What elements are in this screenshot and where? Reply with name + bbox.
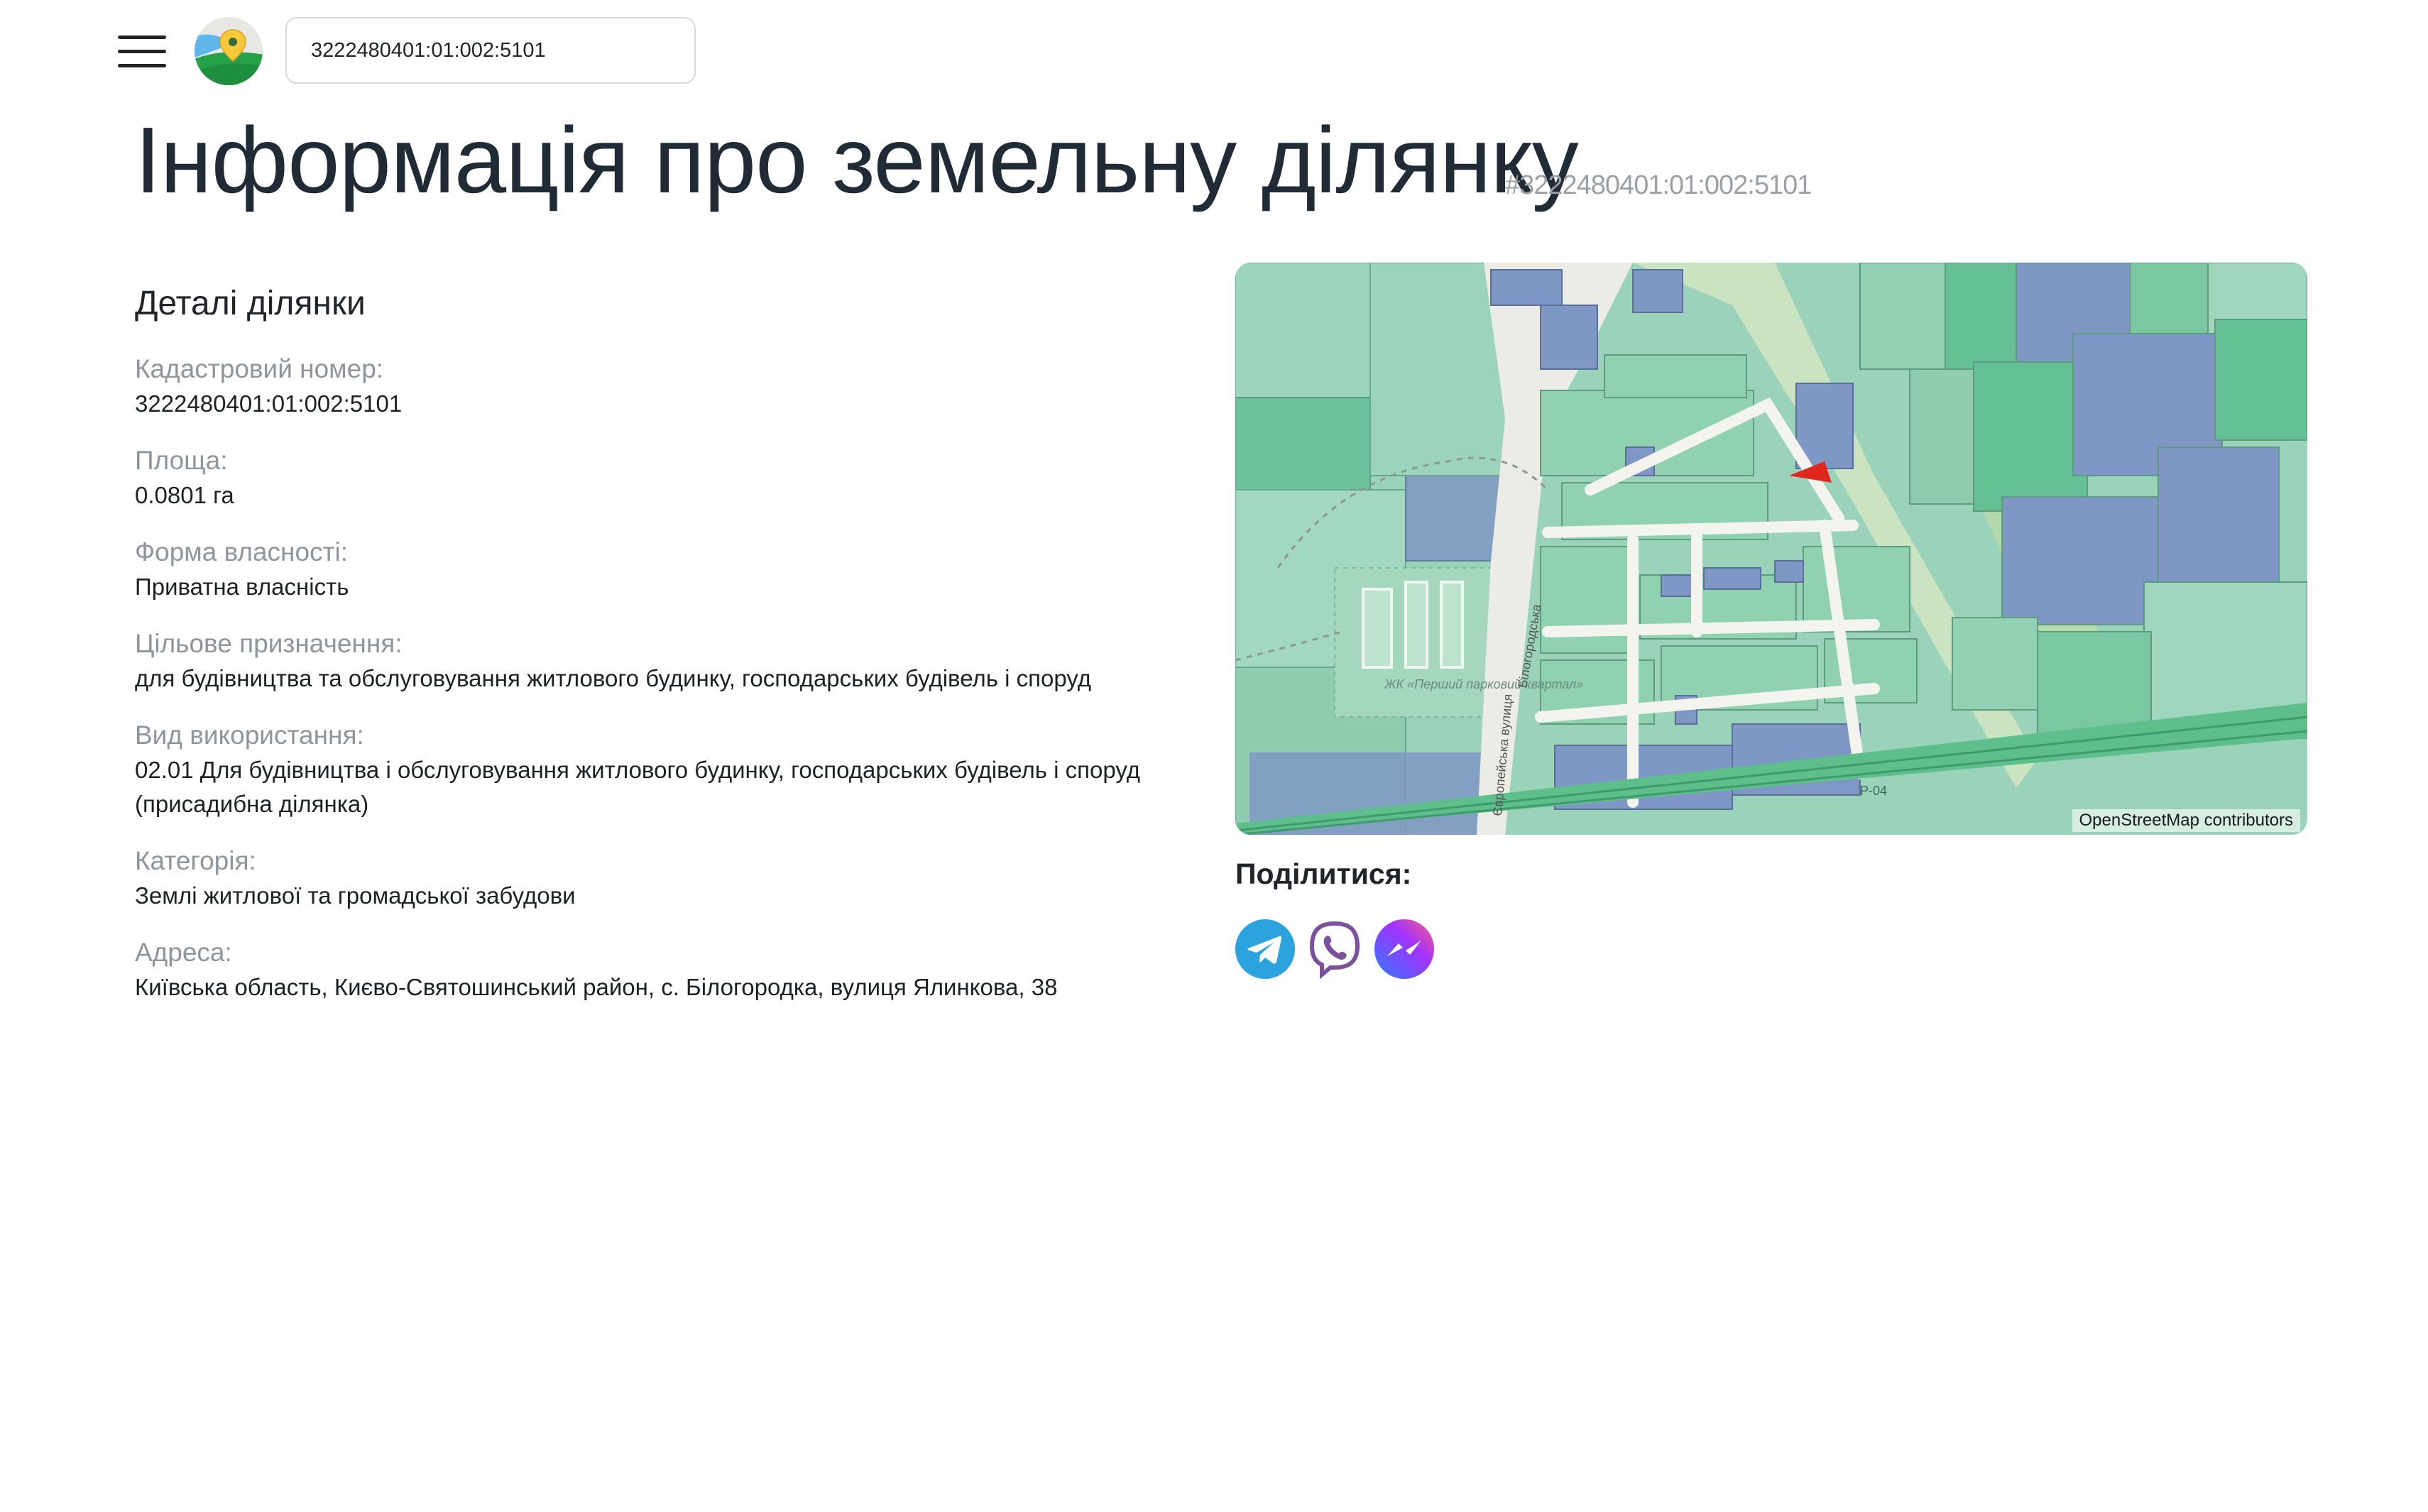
field-purpose: Цільове призначення: для будівництва та …: [135, 628, 1214, 696]
field-category: Категорія: Землі житлової та громадської…: [135, 845, 1214, 913]
park-label: ЖК «Перший парковий квартал»: [1384, 677, 1583, 691]
menu-line: [118, 64, 166, 67]
field-value: 0.0801 га: [135, 482, 234, 508]
parcel-details: Деталі ділянки Кадастровий номер: 322248…: [135, 284, 1214, 1028]
field-cadastral-number: Кадастровий номер: 3222480401:01:002:510…: [135, 353, 1214, 421]
telegram-icon[interactable]: [1235, 919, 1295, 979]
field-value: 3222480401:01:002:5101: [135, 390, 403, 417]
messenger-icon[interactable]: [1374, 919, 1434, 979]
top-bar: [0, 0, 2428, 92]
details-heading: Деталі ділянки: [135, 285, 366, 322]
menu-line: [118, 35, 166, 39]
viber-icon[interactable]: [1305, 919, 1365, 979]
road-label: Р-04: [1860, 784, 1887, 798]
field-value: Землі житлової та громадської забудови: [135, 882, 576, 909]
share-label: Поділитися:: [1235, 858, 1412, 890]
search-input[interactable]: [285, 17, 696, 84]
parcel-map[interactable]: Р-04 ЖК «Перший парковий квартал» Європе…: [1235, 263, 2307, 835]
field-label: Адреса:: [135, 938, 232, 967]
menu-line: [118, 50, 166, 53]
field-label: Площа:: [135, 446, 228, 475]
field-value: Приватна власність: [135, 574, 349, 600]
field-usage-type: Вид використання: 02.01 Для будівництва …: [135, 719, 1214, 821]
field-ownership: Форма власності: Приватна власність: [135, 536, 1214, 604]
hamburger-menu-icon[interactable]: [118, 34, 166, 70]
field-value: Київська область, Києво-Святошинський ра…: [135, 974, 1058, 1000]
field-label: Вид використання:: [135, 721, 364, 750]
parcel-id-hash: #3222480401:01:002:5101: [1505, 170, 1812, 200]
field-label: Цільове призначення:: [135, 629, 403, 658]
field-label: Форма власності:: [135, 537, 349, 566]
map-canvas[interactable]: Р-04 ЖК «Перший парковий квартал» Європе…: [1235, 263, 2307, 835]
page-header: Інформація про земельну ділянку #3222480…: [135, 106, 2265, 220]
page-title: Інформація про земельну ділянку: [135, 108, 1579, 212]
field-label: Кадастровий номер:: [135, 354, 384, 383]
map-attribution[interactable]: OpenStreetMap contributors: [2072, 809, 2300, 832]
map-pin-logo-icon[interactable]: [193, 16, 264, 87]
field-area: Площа: 0.0801 га: [135, 444, 1214, 513]
field-label: Категорія:: [135, 846, 256, 875]
field-value: для будівництва та обслуговування житлов…: [135, 665, 1091, 691]
field-address: Адреса: Київська область, Києво-Святошин…: [135, 936, 1214, 1004]
field-value: 02.01 Для будівництва і обслуговування ж…: [135, 757, 1141, 817]
